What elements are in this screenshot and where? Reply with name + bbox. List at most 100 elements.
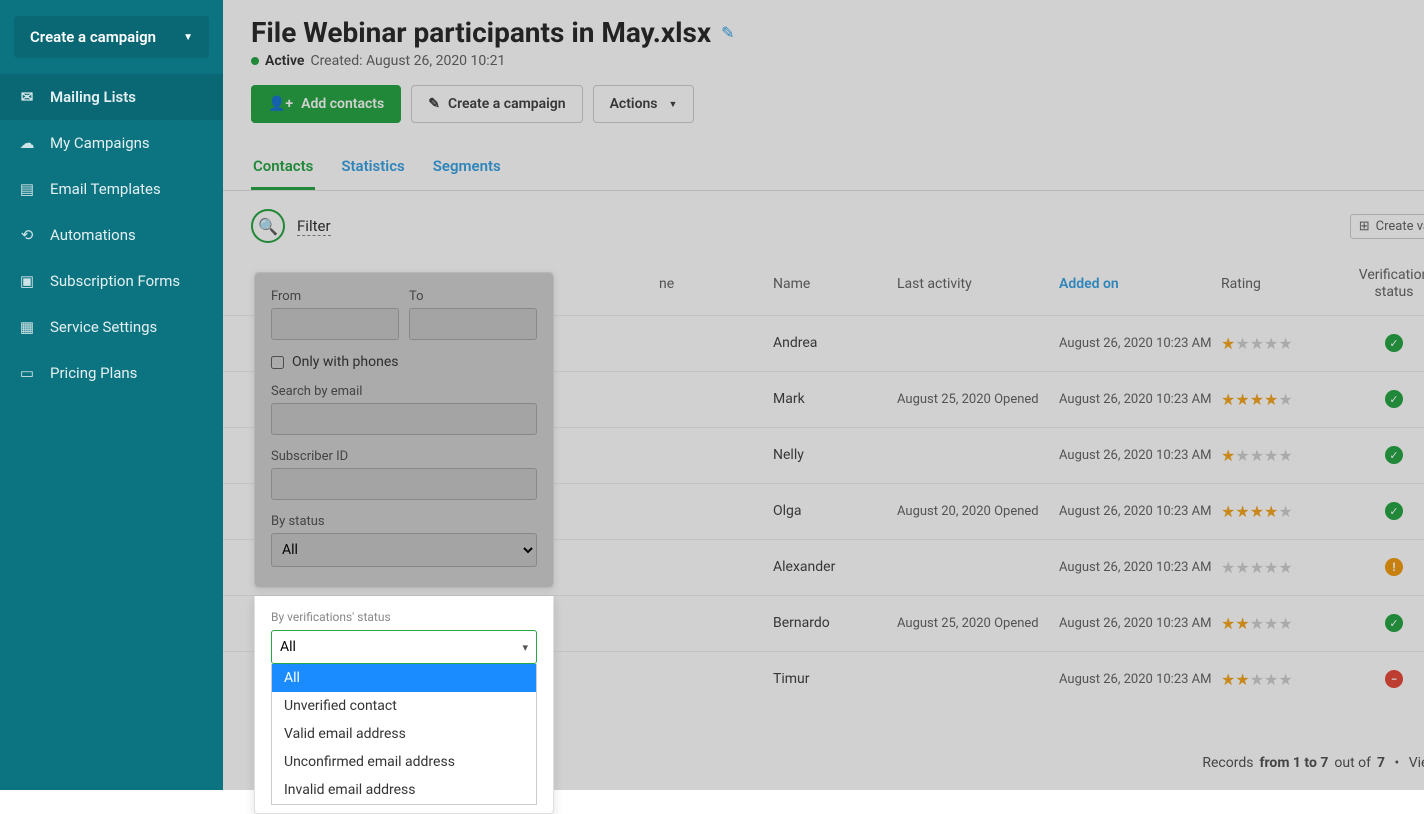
subscriber-id-input[interactable] (271, 468, 537, 500)
cell-rating: ★★★★★ (1221, 334, 1351, 353)
star-icon: ★ (1278, 502, 1292, 521)
status-label: Active (265, 53, 304, 69)
verification-filter-section: By verifications' status All ▾ AllUnveri… (254, 596, 554, 814)
by-status-label: By status (271, 514, 537, 529)
cell-name: Bernardo (773, 615, 897, 631)
sidebar-item-my-campaigns[interactable]: ☁My Campaigns (0, 120, 223, 166)
sidebar-item-pricing-plans[interactable]: ▭Pricing Plans (0, 350, 223, 396)
col-rating[interactable]: Rating (1221, 276, 1351, 292)
col-added[interactable]: Added on (1059, 276, 1221, 292)
cell-rating: ★★★★★ (1221, 502, 1351, 521)
nav-icon: ▦ (18, 318, 36, 336)
col-activity[interactable]: Last activity (897, 276, 1059, 292)
search-email-input[interactable] (271, 403, 537, 435)
cell-added: August 26, 2020 10:23 AM (1059, 336, 1221, 351)
actions-dropdown[interactable]: Actions ▼ (593, 85, 695, 123)
check-circle-icon: ✓ (1385, 614, 1403, 632)
star-icon: ★ (1235, 614, 1249, 633)
star-icon: ★ (1264, 334, 1278, 353)
sidebar-item-email-templates[interactable]: ▤Email Templates (0, 166, 223, 212)
sidebar-item-mailing-lists[interactable]: ✉Mailing Lists (0, 74, 223, 120)
from-input[interactable] (271, 308, 399, 340)
star-icon: ★ (1264, 670, 1278, 689)
star-icon: ★ (1250, 334, 1264, 353)
sidebar-item-automations[interactable]: ⟲Automations (0, 212, 223, 258)
tab-segments[interactable]: Segments (431, 147, 503, 190)
col-phone[interactable]: ne (659, 276, 773, 292)
star-icon: ★ (1278, 446, 1292, 465)
check-circle-icon: ✓ (1385, 390, 1403, 408)
star-icon: ★ (1235, 334, 1249, 353)
edit-icon[interactable]: ✎ (721, 23, 734, 42)
star-icon: ★ (1221, 670, 1235, 689)
create-campaign-dropdown[interactable]: Create a campaign ▼ (14, 16, 209, 58)
to-input[interactable] (409, 308, 537, 340)
status-select[interactable]: All (271, 533, 537, 567)
sidebar-item-service-settings[interactable]: ▦Service Settings (0, 304, 223, 350)
cell-verification: ✓ (1351, 614, 1424, 632)
cell-activity: August 20, 2020 Opened (897, 504, 1059, 519)
star-icon: ★ (1221, 558, 1235, 577)
create-campaign-label: Create a campaign (30, 28, 156, 46)
cell-rating: ★★★★★ (1221, 614, 1351, 633)
verification-status-select[interactable]: All ▾ (271, 630, 537, 664)
cell-added: August 26, 2020 10:23 AM (1059, 448, 1221, 463)
cell-added: August 26, 2020 10:23 AM (1059, 504, 1221, 519)
filter-toggle[interactable]: Filter (297, 217, 331, 236)
verification-option[interactable]: Valid email address (272, 720, 536, 748)
cell-rating: ★★★★★ (1221, 558, 1351, 577)
col-verification[interactable]: Verification status (1351, 267, 1424, 301)
star-icon: ★ (1221, 614, 1235, 633)
verification-option[interactable]: All (272, 664, 536, 692)
cell-verification: − (1351, 670, 1424, 688)
cell-added: August 26, 2020 10:23 AM (1059, 616, 1221, 631)
pagination-footer: Records from 1 to 7 out of 7 • View (1202, 749, 1424, 776)
compose-icon: ✎ (428, 96, 440, 112)
star-icon: ★ (1278, 558, 1292, 577)
cell-verification: ✓ (1351, 502, 1424, 520)
star-icon: ★ (1250, 446, 1264, 465)
cell-verification: ! (1351, 558, 1424, 576)
tab-contacts[interactable]: Contacts (251, 147, 315, 190)
person-plus-icon: 👤+ (268, 96, 293, 112)
check-circle-icon: ✓ (1385, 334, 1403, 352)
create-campaign-button[interactable]: ✎ Create a campaign (411, 85, 582, 123)
minus-circle-icon: − (1385, 670, 1403, 688)
cell-verification: ✓ (1351, 446, 1424, 464)
add-contacts-button[interactable]: 👤+ Add contacts (251, 85, 401, 123)
created-text: Created: August 26, 2020 10:21 (310, 53, 505, 69)
nav-icon: ☁ (18, 134, 36, 152)
from-label: From (271, 289, 399, 304)
create-variable-button[interactable]: ⊞ Create variable (1350, 214, 1424, 239)
verification-status-options: AllUnverified contactValid email address… (271, 664, 537, 805)
col-name[interactable]: Name (773, 276, 897, 292)
star-icon: ★ (1264, 502, 1278, 521)
star-icon: ★ (1278, 670, 1292, 689)
cell-added: August 26, 2020 10:23 AM (1059, 560, 1221, 575)
only-with-phones-checkbox[interactable] (271, 356, 284, 369)
tab-statistics[interactable]: Statistics (339, 147, 406, 190)
cell-added: August 26, 2020 10:23 AM (1059, 392, 1221, 407)
star-icon: ★ (1250, 614, 1264, 633)
check-circle-icon: ✓ (1385, 502, 1403, 520)
cell-rating: ★★★★★ (1221, 670, 1351, 689)
verification-option[interactable]: Invalid email address (272, 776, 536, 804)
cell-name: Timur (773, 671, 897, 687)
status-dot-icon (251, 57, 259, 65)
verification-option[interactable]: Unverified contact (272, 692, 536, 720)
star-icon: ★ (1235, 558, 1249, 577)
star-icon: ★ (1235, 670, 1249, 689)
cell-name: Nelly (773, 447, 897, 463)
verification-option[interactable]: Unconfirmed email address (272, 748, 536, 776)
star-icon: ★ (1221, 390, 1235, 409)
star-icon: ★ (1278, 390, 1292, 409)
chevron-down-icon: ▼ (669, 99, 678, 110)
sidebar-item-subscription-forms[interactable]: ▣Subscription Forms (0, 258, 223, 304)
star-icon: ★ (1264, 390, 1278, 409)
star-icon: ★ (1221, 502, 1235, 521)
star-icon: ★ (1264, 446, 1278, 465)
nav-icon: ▣ (18, 272, 36, 290)
search-toggle-button[interactable]: 🔍 (251, 209, 285, 243)
search-icon: 🔍 (258, 217, 278, 236)
cell-verification: ✓ (1351, 390, 1424, 408)
